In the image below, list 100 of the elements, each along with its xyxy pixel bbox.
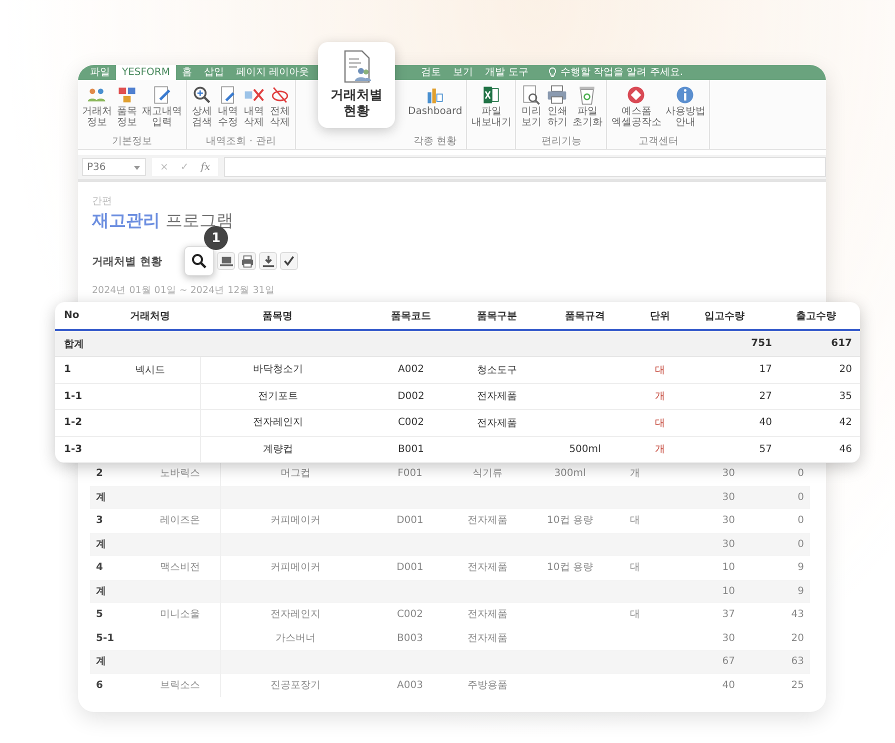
in-qty-cell-text: 30 <box>721 538 736 552</box>
ribbon-button[interactable]: 인쇄 하기 <box>544 82 570 136</box>
confirm-button[interactable] <box>280 252 298 270</box>
category-cell-text: 식기류 <box>472 467 504 481</box>
code-cell-text: A002 <box>397 364 425 376</box>
print-button[interactable] <box>238 252 256 270</box>
out-qty-cell-text: 9 <box>796 561 805 575</box>
vendor-cell-text: 레이즈온 <box>159 514 201 528</box>
ribbon-tab[interactable]: 검토 <box>415 65 448 80</box>
code-cell-text: D001 <box>396 514 424 528</box>
search-button[interactable] <box>184 246 214 276</box>
column-header: No <box>63 310 80 321</box>
spec-cell-text: 300ml <box>553 467 587 481</box>
ribbon-group-label: 각종 현황 <box>414 136 457 149</box>
column-header: 입고수량 <box>704 310 746 322</box>
item-cell: 전자레인지 <box>220 603 370 626</box>
category-cell-text: 전자제품 <box>466 561 508 575</box>
total-label: 합계 <box>63 338 85 350</box>
tell-me-field[interactable]: 수행할 작업을 알려 주세요. <box>560 65 684 80</box>
vendor-status-callout[interactable]: 거래처별 현황 <box>318 42 395 128</box>
ribbon-tab[interactable]: 개발 도구 <box>479 65 534 80</box>
code-cell-text: C002 <box>396 417 426 428</box>
unit-cell-text: 대 <box>654 416 666 430</box>
row-number: 계 <box>95 490 107 504</box>
name-box[interactable]: P36 <box>82 158 146 176</box>
ribbon-button[interactable]: 파일 내보내기 <box>469 82 514 149</box>
ribbon-button[interactable]: 전체 삭제 <box>267 82 293 136</box>
ribbon-tab[interactable]: 삽입 <box>198 65 230 80</box>
in-qty-cell-text: 10 <box>721 584 736 598</box>
formula-input[interactable] <box>224 157 826 177</box>
section-title: 거래처별 현황 <box>92 254 163 268</box>
row-number: 계 <box>95 655 107 669</box>
ribbon-button[interactable]: 재고내역 입력 <box>140 82 184 136</box>
ribbon-button[interactable]: Dashboard <box>406 82 464 136</box>
out-qty-cell-text: 42 <box>838 417 853 428</box>
item-cell: 전기포트 <box>200 384 355 409</box>
column-header: 품목규격 <box>564 310 606 322</box>
row-number: 4 <box>95 561 104 575</box>
row-number: 5 <box>95 608 104 622</box>
ribbon-group-label: 편리기능 <box>541 136 582 149</box>
date-range: 2024년 01월 01일 ~ 2024년 12월 31일 <box>92 284 275 297</box>
row-number: 1-2 <box>63 417 84 428</box>
pencil-note-icon <box>151 84 173 106</box>
out-qty-cell-text: 35 <box>838 390 853 402</box>
total-cell-text: 617 <box>830 338 853 349</box>
unit-cell-text: 개 <box>654 390 666 404</box>
in-qty-cell-text: 57 <box>758 444 773 455</box>
row-number: 계 <box>95 538 107 552</box>
in-qty-cell-text: 67 <box>721 655 736 669</box>
ribbon-tab[interactable]: YESFORM <box>116 65 176 80</box>
category-cell-text: 전자제품 <box>476 390 518 404</box>
dropdown-caret-icon <box>134 166 140 170</box>
vendor-cell-text: 맥스비전 <box>159 561 201 575</box>
code-cell-text: B003 <box>396 632 424 646</box>
code-cell-text: D002 <box>396 390 426 402</box>
ribbon-tab[interactable]: 홈 <box>176 65 198 80</box>
column-header: 품목구분 <box>476 310 518 322</box>
ribbon-button[interactable]: 상세 검색 <box>189 82 215 136</box>
out-qty-cell-text: 0 <box>796 490 805 504</box>
screen-button[interactable] <box>217 252 235 270</box>
out-qty-cell-text: 9 <box>796 584 805 598</box>
printer-icon <box>546 84 568 106</box>
unit-cell-text: 개 <box>654 443 666 456</box>
ribbon-button[interactable]: 거래처 정보 <box>80 82 114 136</box>
category-cell-text: 전자제품 <box>466 514 508 528</box>
category-cell-text: 전자제품 <box>466 608 508 622</box>
insert-function-button[interactable]: fx <box>200 162 210 172</box>
ribbon-tab[interactable]: 보기 <box>447 65 480 80</box>
ribbon-group-label: 내역조회 · 관리 <box>206 136 276 149</box>
ribbon-button[interactable]: 예스폼 엑셀공작소 <box>609 82 664 136</box>
vendor-cell-text: 미니소울 <box>159 608 201 622</box>
total-cell-text: 751 <box>750 338 773 349</box>
category-cell-text: 청소도구 <box>476 364 518 377</box>
ribbon-group-label: 고객센터 <box>638 136 678 149</box>
ribbon-button[interactable]: 내역 수정 <box>215 82 241 136</box>
ribbon-button[interactable]: 미리 보기 <box>518 82 544 136</box>
column-header: 단위 <box>649 310 671 322</box>
ribbon-button[interactable]: 사용방법 안내 <box>663 82 708 136</box>
download-button[interactable] <box>259 252 277 270</box>
out-qty-cell-text: 25 <box>790 678 805 692</box>
out-qty-cell-text: 46 <box>838 444 853 455</box>
in-qty-cell-text: 27 <box>758 390 773 402</box>
item-cell: 바닥청소기 <box>200 357 355 382</box>
ribbon-button[interactable]: 품목 정보 <box>114 82 140 136</box>
ribbon-button[interactable]: 파일 초기화 <box>570 82 604 136</box>
code-cell-text: C002 <box>396 608 424 622</box>
ribbon-tab[interactable]: 페이지 레이아웃 <box>230 65 316 80</box>
row-number: 1-3 <box>63 444 84 455</box>
category-cell-text: 전자제품 <box>476 416 518 430</box>
ribbon-button[interactable]: 내역 삭제 <box>241 82 267 136</box>
in-qty-cell-text: 30 <box>721 632 736 646</box>
vendor-cell-text: 넥시드 <box>134 364 166 377</box>
in-qty-cell-text: 30 <box>721 490 736 504</box>
item-cell: 전자레인지 <box>200 410 355 436</box>
in-qty-cell-text: 40 <box>721 678 736 692</box>
in-qty-cell-text: 30 <box>721 514 736 528</box>
column-header: 품목명 <box>262 310 294 322</box>
item-cell: 계량컵 <box>200 436 355 462</box>
ribbon-tab[interactable]: 파일 <box>84 65 116 80</box>
unit-cell-text: 대 <box>629 514 641 528</box>
